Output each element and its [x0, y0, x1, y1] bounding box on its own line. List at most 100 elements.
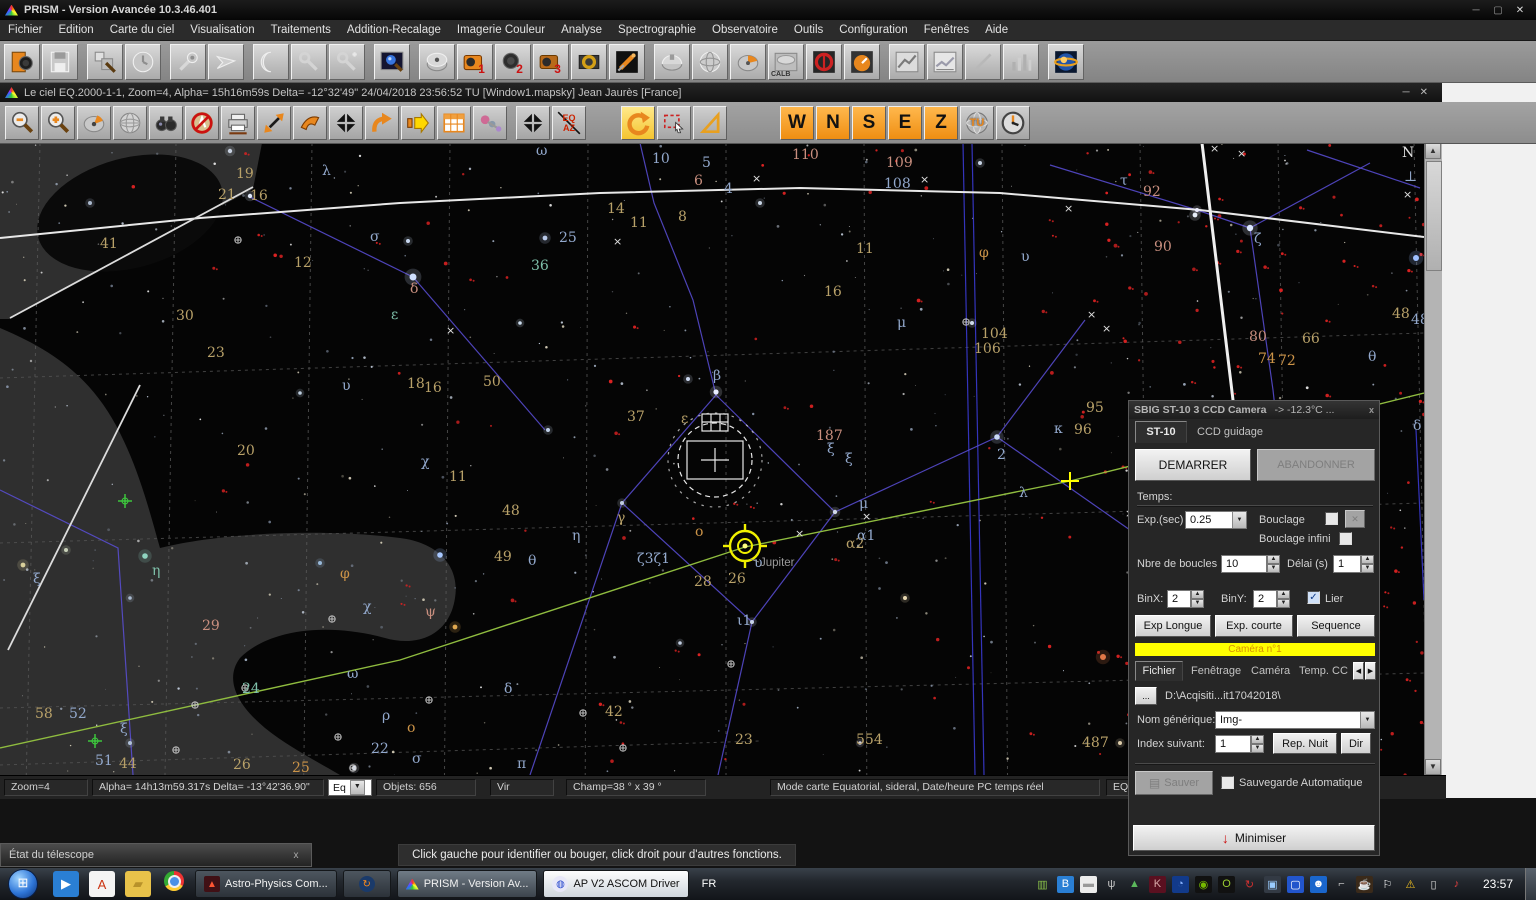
scrollbar-thumb[interactable]: [1426, 161, 1442, 271]
eq-az-button[interactable]: EQAZ: [552, 106, 586, 140]
chart2-button[interactable]: [927, 44, 963, 80]
folder-icon[interactable]: ▰: [125, 871, 151, 897]
link-checkbox[interactable]: ✓: [1307, 591, 1320, 604]
key-remove-button[interactable]: [291, 44, 327, 80]
select-region-button[interactable]: [657, 106, 691, 140]
close-icon[interactable]: ✕: [1420, 87, 1428, 98]
clock-button[interactable]: [125, 44, 161, 80]
telescope-button[interactable]: [609, 44, 645, 80]
minimize-icon[interactable]: ─: [1403, 87, 1410, 98]
menu-analyse[interactable]: Analyse: [553, 20, 610, 40]
goto-button[interactable]: [208, 44, 244, 80]
coffee-icon[interactable]: ☕: [1356, 876, 1373, 893]
zoom-in-button[interactable]: [41, 106, 75, 140]
minimize-icon[interactable]: ─: [1468, 5, 1484, 16]
task-astro-physics[interactable]: ▲ Astro-Physics Com...: [195, 870, 337, 898]
loop-stop-button[interactable]: ✕: [1345, 510, 1365, 528]
short-exposure-button[interactable]: Exp. courte: [1215, 615, 1293, 637]
menu-fichier[interactable]: Fichier: [0, 20, 51, 40]
gauge-button[interactable]: [844, 44, 880, 80]
flag-icon[interactable]: ⚐: [1379, 876, 1396, 893]
ephemeris-table-button[interactable]: [437, 106, 471, 140]
document-app-icon[interactable]: A: [89, 871, 115, 897]
loops-input[interactable]: 10: [1221, 555, 1267, 573]
tools-button[interactable]: [170, 44, 206, 80]
calib-button[interactable]: CALB: [768, 44, 804, 80]
planet-eye-button[interactable]: [1048, 44, 1084, 80]
loop-checkbox[interactable]: [1325, 512, 1338, 525]
menu-outils[interactable]: Outils: [786, 20, 831, 40]
binx-stepper[interactable]: ▲▼: [1191, 590, 1204, 608]
scrollbar-up-icon[interactable]: ▲: [1425, 143, 1441, 159]
compass-e-button[interactable]: E: [888, 106, 922, 140]
loops-stepper[interactable]: ▲▼: [1267, 555, 1280, 573]
display-icon[interactable]: ▢: [1287, 876, 1304, 893]
forbid-button[interactable]: [185, 106, 219, 140]
camera1-button[interactable]: 1: [457, 44, 493, 80]
biny-stepper[interactable]: ▲▼: [1277, 590, 1290, 608]
browser-icon[interactable]: [164, 871, 184, 891]
save-button[interactable]: [42, 44, 78, 80]
generic-name-combo[interactable]: Img- ▼: [1215, 711, 1375, 729]
menu-carte-du-ciel[interactable]: Carte du ciel: [102, 20, 183, 40]
scrollbar-down-icon[interactable]: ▼: [1425, 759, 1441, 775]
sync-icon[interactable]: ↻: [1241, 876, 1258, 893]
compress2-button[interactable]: [516, 106, 550, 140]
warning-green-icon[interactable]: ▲: [1126, 876, 1143, 893]
tab-fichier[interactable]: Fichier: [1135, 661, 1183, 681]
step-button[interactable]: [401, 106, 435, 140]
resize-button[interactable]: [87, 44, 123, 80]
menu-fen-tres[interactable]: Fenêtres: [916, 20, 977, 40]
delay-stepper[interactable]: ▲▼: [1361, 555, 1374, 573]
biny-input[interactable]: 2: [1253, 590, 1277, 608]
rotate-button[interactable]: [621, 106, 655, 140]
frame-select[interactable]: Eq ▼: [328, 779, 372, 796]
tab-scroll-right-icon[interactable]: ▶: [1365, 662, 1376, 680]
power-warning-icon[interactable]: ⚠: [1402, 876, 1419, 893]
tab-camera[interactable]: Caméra: [1251, 665, 1290, 677]
menu-imagerie-couleur[interactable]: Imagerie Couleur: [449, 20, 553, 40]
start-button[interactable]: DEMARRER: [1135, 449, 1251, 481]
plug-icon[interactable]: ▯: [1425, 876, 1442, 893]
ring-icon[interactable]: O: [1218, 876, 1235, 893]
camera2-button[interactable]: 2: [495, 44, 531, 80]
task-firefox[interactable]: ↻: [343, 870, 391, 898]
sphere-view-button[interactable]: [113, 106, 147, 140]
tab-fenetrage[interactable]: Fenêtrage: [1191, 665, 1241, 677]
taskbar-clock[interactable]: 23:57: [1471, 877, 1525, 891]
chevron-down-icon[interactable]: ▼: [350, 780, 365, 795]
nvidia-icon[interactable]: ◉: [1195, 876, 1212, 893]
long-exposure-button[interactable]: Exp Longue: [1135, 615, 1211, 637]
language-indicator[interactable]: FR: [692, 878, 727, 890]
task-prism[interactable]: PRISM - Version Av...: [397, 870, 538, 898]
mute-icon[interactable]: ♪: [1448, 876, 1465, 893]
media-player-icon[interactable]: ▶: [53, 871, 79, 897]
show-desktop-button[interactable]: [1525, 868, 1536, 900]
night-folder-button[interactable]: Rep. Nuit: [1273, 733, 1337, 754]
compass-z-button[interactable]: Z: [924, 106, 958, 140]
map-vertical-scrollbar[interactable]: ▲ ▼: [1424, 143, 1442, 775]
dome-button[interactable]: [419, 44, 455, 80]
ruler-button[interactable]: [693, 106, 727, 140]
close-icon[interactable]: x: [289, 850, 303, 861]
dir-button[interactable]: Dir: [1341, 733, 1371, 754]
globe-icon[interactable]: ◔: [1172, 876, 1189, 893]
sequence-button[interactable]: Sequence: [1297, 615, 1375, 637]
stats-button[interactable]: [1003, 44, 1039, 80]
tab-st10[interactable]: ST-10: [1135, 421, 1187, 443]
chart1-button[interactable]: [889, 44, 925, 80]
exposure-combo[interactable]: 0.25 ▼: [1185, 511, 1247, 529]
tab-temp-ccd[interactable]: Temp. CC: [1299, 665, 1348, 677]
chevron-down-icon[interactable]: ▼: [1360, 712, 1374, 728]
browse-button[interactable]: ...: [1135, 687, 1157, 705]
slash-button[interactable]: [965, 44, 1001, 80]
menu-aide[interactable]: Aide: [977, 20, 1016, 40]
monitor-icon[interactable]: ▣: [1264, 876, 1281, 893]
moon-button[interactable]: [253, 44, 289, 80]
key-add-button[interactable]: [329, 44, 365, 80]
chess-app-icon[interactable]: K: [1149, 876, 1166, 893]
compass-n-button[interactable]: N: [816, 106, 850, 140]
loop-infinite-checkbox[interactable]: [1339, 532, 1352, 545]
device-icon[interactable]: ▬: [1080, 876, 1097, 893]
bluetooth-icon[interactable]: B: [1057, 876, 1074, 893]
